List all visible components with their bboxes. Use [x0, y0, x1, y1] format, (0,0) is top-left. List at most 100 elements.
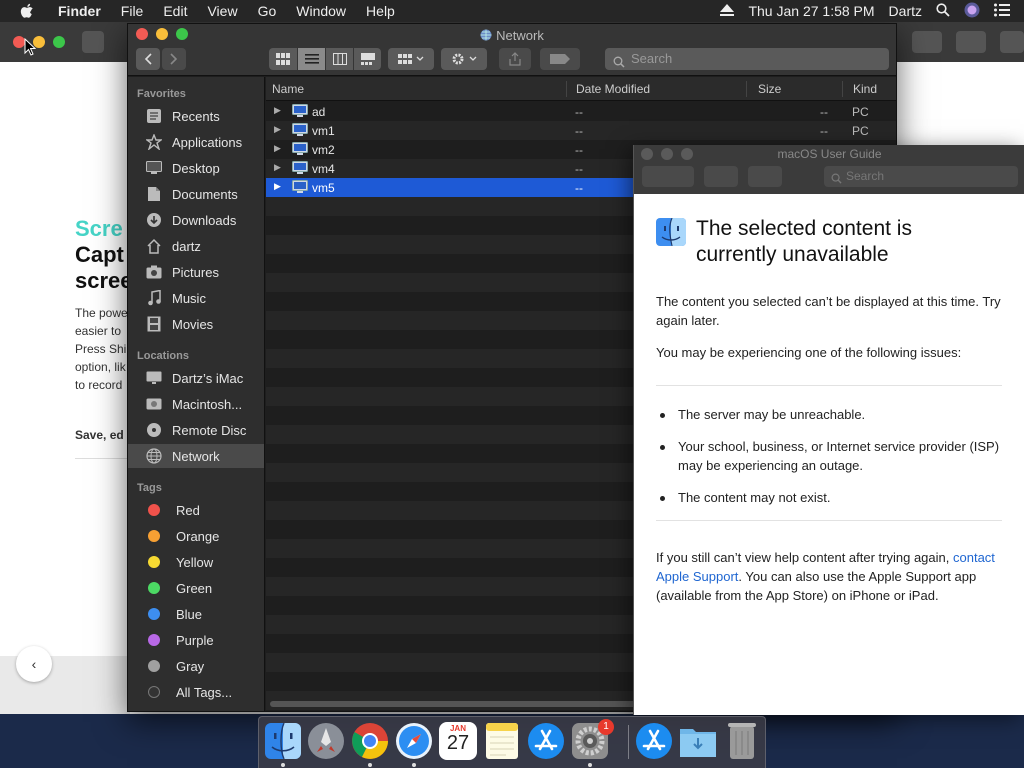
disclosure-triangle-icon[interactable]: ▶ — [274, 181, 281, 192]
menu-app-finder[interactable]: Finder — [48, 3, 111, 19]
help-search-input[interactable]: Search — [824, 166, 1018, 187]
dock-running-indicator — [588, 763, 592, 767]
view-list-button[interactable] — [298, 48, 325, 70]
page-paragraph: The powe easier to Press Shi option, lik… — [75, 306, 128, 392]
siri-icon[interactable] — [964, 2, 980, 21]
dock-downloads-folder-icon[interactable] — [679, 722, 717, 760]
edit-tags-button[interactable] — [540, 48, 580, 70]
menu-file[interactable]: File — [111, 3, 154, 19]
disclosure-triangle-icon[interactable]: ▶ — [274, 124, 281, 135]
finder-search-input[interactable]: Search — [605, 48, 889, 70]
dock-app-store-icon[interactable] — [527, 722, 565, 760]
sidebar-item-label: Desktop — [172, 160, 220, 176]
menu-help[interactable]: Help — [356, 3, 405, 19]
horizontal-scrollbar[interactable] — [270, 701, 640, 707]
browser-new-tab-button[interactable] — [1000, 31, 1024, 53]
menu-window[interactable]: Window — [286, 3, 356, 19]
sidebar-item-movies[interactable]: Movies — [128, 312, 264, 336]
disclosure-triangle-icon[interactable]: ▶ — [274, 162, 281, 173]
sidebar-item-network[interactable]: Network — [128, 444, 264, 468]
sidebar-tag-gray[interactable]: Gray — [128, 654, 264, 678]
finder-forward-button[interactable] — [162, 48, 186, 70]
dock-chrome-icon[interactable] — [351, 722, 389, 760]
globe-icon — [144, 448, 164, 464]
sidebar-tag-all[interactable]: All Tags... — [128, 680, 264, 704]
sidebar-item-label: Music — [172, 290, 206, 306]
tag-color-dot — [148, 686, 160, 698]
sidebar-item-imac[interactable]: Dartz’s iMac — [128, 366, 264, 390]
menu-user[interactable]: Dartz — [889, 3, 922, 19]
sidebar-item-recents[interactable]: Recents — [128, 104, 264, 128]
notification-center-icon[interactable] — [994, 3, 1010, 20]
eject-icon[interactable] — [720, 3, 735, 19]
sidebar-tag-purple[interactable]: Purple — [128, 628, 264, 652]
document-icon — [144, 186, 164, 202]
column-header-kind[interactable]: Kind — [853, 82, 877, 96]
spotlight-search-icon[interactable] — [936, 2, 950, 20]
sidebar-tag-yellow[interactable]: Yellow — [128, 550, 264, 574]
sidebar-item-label: Recents — [172, 108, 220, 124]
action-gear-button[interactable] — [441, 48, 487, 70]
file-row-ad[interactable]: ▶ ad -- -- PC — [266, 102, 896, 121]
disclosure-triangle-icon[interactable]: ▶ — [274, 143, 281, 154]
file-kind: PC — [852, 105, 869, 119]
dock-launchpad-icon[interactable] — [307, 722, 345, 760]
sidebar-item-remote-disc[interactable]: Remote Disc — [128, 418, 264, 442]
sidebar-tag-orange[interactable]: Orange — [128, 524, 264, 548]
sidebar-item-applications[interactable]: Applications — [128, 130, 264, 154]
sidebar-item-pictures[interactable]: Pictures — [128, 260, 264, 284]
dock-calendar-icon[interactable]: JAN 27 — [439, 722, 477, 760]
dock-notes-icon[interactable] — [483, 722, 521, 760]
help-share-button[interactable] — [748, 166, 782, 187]
menu-view[interactable]: View — [197, 3, 247, 19]
menu-go[interactable]: Go — [248, 3, 287, 19]
file-kind: PC — [852, 124, 869, 138]
dock-trash-icon[interactable] — [723, 722, 761, 760]
sidebar-item-label: Yellow — [176, 554, 214, 570]
dock-safari-icon[interactable] — [395, 722, 433, 760]
help-paragraph-3-start: If you still can’t view help content aft… — [656, 550, 953, 565]
sidebar-item-home[interactable]: dartz — [128, 234, 264, 258]
home-icon — [144, 238, 164, 254]
disclosure-triangle-icon[interactable]: ▶ — [274, 105, 281, 116]
dock-running-indicator — [412, 763, 416, 767]
group-by-button[interactable] — [388, 48, 434, 70]
apple-menu-icon[interactable] — [20, 3, 36, 19]
carousel-back-button[interactable]: ‹ — [16, 646, 52, 682]
finder-back-button[interactable] — [136, 48, 160, 70]
browser-back-button[interactable] — [82, 31, 104, 53]
sidebar-tag-red[interactable]: Red — [128, 498, 264, 522]
view-columns-button[interactable] — [326, 48, 353, 70]
sidebar-item-downloads[interactable]: Downloads — [128, 208, 264, 232]
menu-clock[interactable]: Thu Jan 27 1:58 PM — [748, 3, 874, 19]
view-gallery-button[interactable] — [354, 48, 381, 70]
browser-tabs-button[interactable] — [956, 31, 986, 53]
file-size: -- — [820, 124, 828, 138]
sidebar-item-macintosh-hd[interactable]: Macintosh... — [128, 392, 264, 416]
help-paragraph-1: The content you selected can’t be displa… — [656, 294, 1001, 328]
sidebar-tag-blue[interactable]: Blue — [128, 602, 264, 626]
sidebar-item-desktop[interactable]: Desktop — [128, 156, 264, 180]
help-sidebar-button[interactable] — [704, 166, 738, 187]
clock-icon — [144, 108, 164, 124]
view-icons-button[interactable] — [269, 48, 297, 70]
dock-app-store-download-icon[interactable] — [635, 722, 673, 760]
column-header-name[interactable]: Name — [272, 82, 304, 96]
file-row-vm1[interactable]: ▶ vm1 -- -- PC — [266, 121, 896, 140]
column-header-size[interactable]: Size — [758, 82, 781, 96]
share-button[interactable] — [499, 48, 531, 70]
tag-color-dot — [148, 582, 160, 594]
sidebar-item-documents[interactable]: Documents — [128, 182, 264, 206]
browser-zoom-button[interactable] — [53, 36, 65, 48]
sidebar-tag-green[interactable]: Green — [128, 576, 264, 600]
column-header-date[interactable]: Date Modified — [576, 82, 650, 96]
browser-share-button[interactable] — [912, 31, 942, 53]
file-date-modified: -- — [575, 143, 583, 157]
sidebar-item-music[interactable]: Music — [128, 286, 264, 310]
dock-finder-icon[interactable] — [264, 722, 302, 760]
dock-running-indicator — [368, 763, 372, 767]
menu-edit[interactable]: Edit — [153, 3, 197, 19]
file-name: vm1 — [312, 124, 335, 138]
help-toolbar: macOS User Guide Search — [634, 145, 1024, 194]
help-back-forward-buttons[interactable] — [642, 166, 694, 187]
